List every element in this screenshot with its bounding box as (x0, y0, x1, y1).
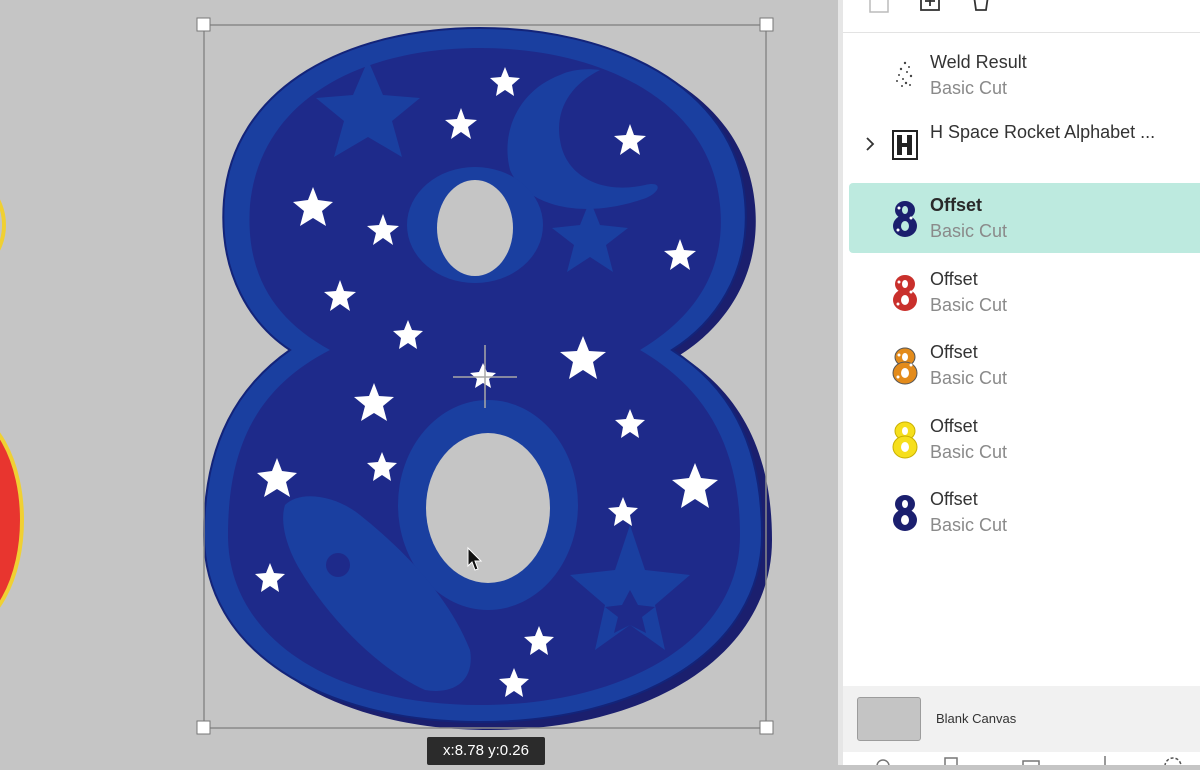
layer-item-offset-selected[interactable]: Offset Basic Cut (849, 183, 1200, 253)
layer-name: Offset (930, 342, 978, 362)
layer-name: H Space Rocket Alphabet ... (930, 122, 1156, 142)
combine-icon[interactable] (876, 759, 890, 770)
layer-item-space-rocket-group[interactable]: H Space Rocket Alphabet ... (849, 110, 1200, 180)
layer-item-weld-result[interactable]: Weld Result Basic Cut (849, 40, 1200, 110)
layer-item-offset-orange[interactable]: Offset Basic Cut (849, 330, 1200, 400)
layers-toolbar (843, 0, 1200, 33)
layer-operation: Basic Cut (930, 78, 1008, 98)
flatten-icon[interactable] (1022, 760, 1040, 770)
digit-8-red-stars-icon (893, 275, 917, 311)
layer-operation: Basic Cut (930, 221, 1008, 241)
blank-canvas-label: Blank Canvas (936, 711, 1017, 726)
layer-operation: Basic Cut (930, 368, 1008, 388)
scatter-icon (896, 61, 913, 87)
layer-name: Offset (930, 489, 978, 509)
layer-operation: Basic Cut (930, 442, 1008, 462)
digit-8-orange-stars-icon (892, 347, 918, 385)
layer-item-offset-yellow[interactable]: Offset Basic Cut (849, 404, 1200, 474)
coordinate-readout: x:8.78 y:0.26 (427, 737, 545, 765)
design-canvas[interactable]: x:8.78 y:0.26 (0, 0, 838, 765)
layers-panel: Weld Result Basic Cut H Space Rocket Alp… (843, 0, 1200, 770)
digit-8-navy-stars-icon (893, 201, 917, 237)
ungroup-icon[interactable] (867, 0, 891, 14)
resize-handle-top-left[interactable] (196, 17, 211, 32)
delete-icon[interactable] (969, 0, 993, 14)
digit-8-yellow-icon (892, 421, 918, 459)
panel-bottom-icons (843, 752, 1200, 770)
resize-handle-bottom-right[interactable] (759, 720, 774, 735)
group-icon (892, 130, 918, 160)
attach-icon[interactable] (944, 757, 958, 769)
layer-name: Offset (930, 269, 978, 289)
layer-item-offset-navy[interactable]: Offset Basic Cut (849, 477, 1200, 547)
slice-icon[interactable] (1164, 757, 1182, 770)
chevron-right-icon[interactable] (863, 135, 877, 153)
resize-handle-bottom-left[interactable] (196, 720, 211, 735)
digit-8-navy-icon (893, 495, 917, 531)
layer-operation: Basic Cut (930, 295, 1008, 315)
partial-red-digit[interactable] (0, 410, 24, 630)
layer-name: Weld Result (930, 52, 1027, 72)
canvas-color-swatch[interactable] (857, 697, 921, 741)
duplicate-icon[interactable] (918, 0, 942, 14)
layer-operation: Basic Cut (930, 515, 1008, 535)
layer-item-offset-red[interactable]: Offset Basic Cut (849, 257, 1200, 327)
resize-handle-top-right[interactable] (759, 17, 774, 32)
partial-yellow-digit[interactable] (0, 170, 6, 280)
layer-name: Offset (930, 195, 983, 215)
canvas-artwork (0, 17, 774, 735)
blank-canvas-layer[interactable]: Blank Canvas (843, 686, 1200, 752)
layer-name: Offset (930, 416, 978, 436)
